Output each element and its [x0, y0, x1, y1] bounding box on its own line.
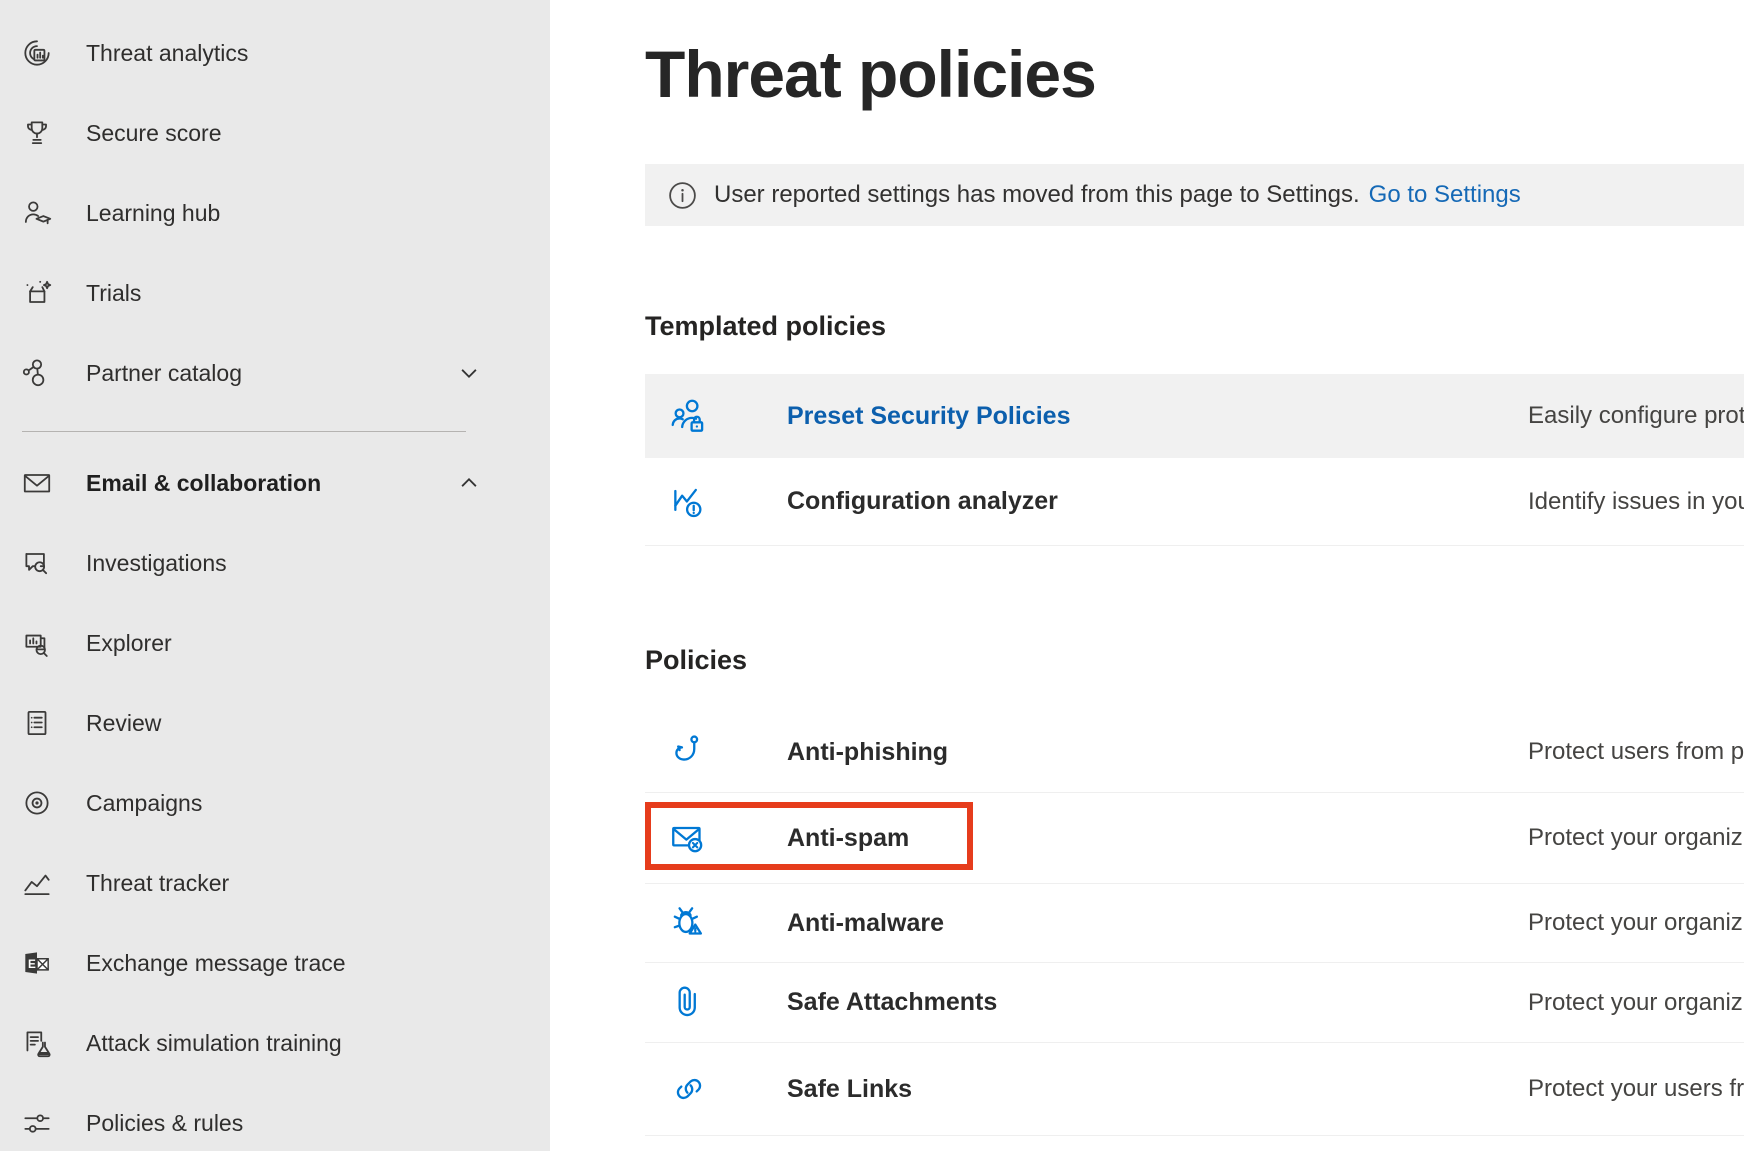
row-anti-spam[interactable]: Anti-spam Protect your organiz	[645, 793, 1744, 884]
row-description: Easily configure prot	[1528, 402, 1744, 430]
safe-attachments-icon	[645, 982, 787, 1024]
row-configuration-analyzer[interactable]: Configuration analyzer Identify issues i…	[645, 458, 1744, 546]
explorer-icon	[20, 626, 54, 660]
banner-text: User reported settings has moved from th…	[714, 181, 1360, 209]
row-description: Identify issues in you	[1528, 488, 1744, 516]
info-icon	[668, 181, 697, 210]
sidebar-item-label: Investigations	[86, 550, 227, 577]
configuration-analyzer-icon	[645, 481, 787, 523]
campaigns-icon	[20, 786, 54, 820]
exchange-message-trace-icon: E	[20, 946, 54, 980]
page-title: Threat policies	[645, 0, 1744, 110]
row-safe-links[interactable]: Safe Links Protect your users fr	[645, 1043, 1744, 1136]
row-safe-attachments[interactable]: Safe Attachments Protect your organiz	[645, 963, 1744, 1043]
anti-malware-icon	[645, 902, 787, 944]
chevron-up-icon	[460, 474, 478, 492]
section-heading-templated-policies: Templated policies	[645, 308, 1744, 344]
row-label: Anti-phishing	[787, 738, 1528, 767]
sidebar-item-label: Attack simulation training	[86, 1030, 342, 1057]
sidebar-item-investigations[interactable]: Investigations	[0, 523, 550, 603]
row-anti-phishing[interactable]: Anti-phishing Protect users from p	[645, 712, 1744, 793]
sidebar-divider	[22, 431, 466, 432]
sidebar: Threat analytics Secure score Learning h…	[0, 0, 550, 1151]
email-collaboration-icon	[20, 466, 54, 500]
sidebar-item-review[interactable]: Review	[0, 683, 550, 763]
row-description: Protect your organiz	[1528, 989, 1744, 1017]
info-banner: User reported settings has moved from th…	[645, 164, 1744, 226]
sidebar-item-label: Explorer	[86, 630, 172, 657]
trials-icon	[20, 276, 54, 310]
safe-links-icon	[645, 1068, 787, 1110]
sidebar-item-partner-catalog[interactable]: Partner catalog	[0, 333, 550, 413]
anti-phishing-icon	[645, 731, 787, 773]
sidebar-item-label: Campaigns	[86, 790, 202, 817]
sidebar-item-label: Threat analytics	[86, 40, 248, 67]
sidebar-item-label: Trials	[86, 280, 141, 307]
sidebar-item-email-collaboration[interactable]: Email & collaboration	[0, 443, 550, 523]
row-description: Protect your users fr	[1528, 1075, 1744, 1103]
threat-tracker-icon	[20, 866, 54, 900]
policies-rules-icon	[20, 1106, 54, 1140]
row-label: Anti-malware	[787, 909, 1528, 938]
sidebar-item-label: Policies & rules	[86, 1110, 243, 1137]
sidebar-item-label: Email & collaboration	[86, 470, 321, 497]
sidebar-item-explorer[interactable]: Explorer	[0, 603, 550, 683]
row-label: Safe Attachments	[787, 988, 1528, 1017]
sidebar-item-label: Partner catalog	[86, 360, 242, 387]
svg-text:E: E	[28, 958, 36, 971]
sidebar-item-label: Review	[86, 710, 161, 737]
preset-security-policies-icon	[645, 395, 787, 437]
sidebar-item-threat-analytics[interactable]: Threat analytics	[0, 13, 550, 93]
row-preset-security-policies[interactable]: Preset Security Policies Easily configur…	[645, 374, 1744, 458]
row-description: Protect your organiz	[1528, 909, 1744, 937]
sidebar-item-label: Secure score	[86, 120, 222, 147]
partner-catalog-icon	[20, 356, 54, 390]
row-label: Safe Links	[787, 1075, 1528, 1104]
sidebar-item-secure-score[interactable]: Secure score	[0, 93, 550, 173]
main-content: Threat policies User reported settings h…	[550, 0, 1744, 1151]
row-label: Anti-spam	[787, 824, 1528, 853]
go-to-settings-link[interactable]: Go to Settings	[1369, 181, 1521, 209]
review-icon	[20, 706, 54, 740]
row-label: Configuration analyzer	[787, 487, 1528, 516]
sidebar-item-exchange-message-trace[interactable]: E Exchange message trace	[0, 923, 550, 1003]
learning-hub-icon	[20, 196, 54, 230]
section-heading-policies: Policies	[645, 642, 1744, 678]
attack-simulation-training-icon	[20, 1026, 54, 1060]
sidebar-item-label: Exchange message trace	[86, 950, 346, 977]
sidebar-item-threat-tracker[interactable]: Threat tracker	[0, 843, 550, 923]
sidebar-item-campaigns[interactable]: Campaigns	[0, 763, 550, 843]
secure-score-icon	[20, 116, 54, 150]
chevron-down-icon	[460, 364, 478, 382]
threat-analytics-icon	[20, 36, 54, 70]
sidebar-item-attack-simulation-training[interactable]: Attack simulation training	[0, 1003, 550, 1083]
sidebar-item-label: Learning hub	[86, 200, 220, 227]
row-label: Preset Security Policies	[787, 402, 1528, 431]
row-description: Protect users from p	[1528, 738, 1744, 766]
sidebar-item-trials[interactable]: Trials	[0, 253, 550, 333]
row-anti-malware[interactable]: Anti-malware Protect your organiz	[645, 884, 1744, 963]
sidebar-item-learning-hub[interactable]: Learning hub	[0, 173, 550, 253]
row-description: Protect your organiz	[1528, 824, 1744, 852]
sidebar-item-policies-rules[interactable]: Policies & rules	[0, 1083, 550, 1163]
anti-spam-icon	[645, 817, 787, 859]
investigations-icon	[20, 546, 54, 580]
sidebar-item-label: Threat tracker	[86, 870, 229, 897]
